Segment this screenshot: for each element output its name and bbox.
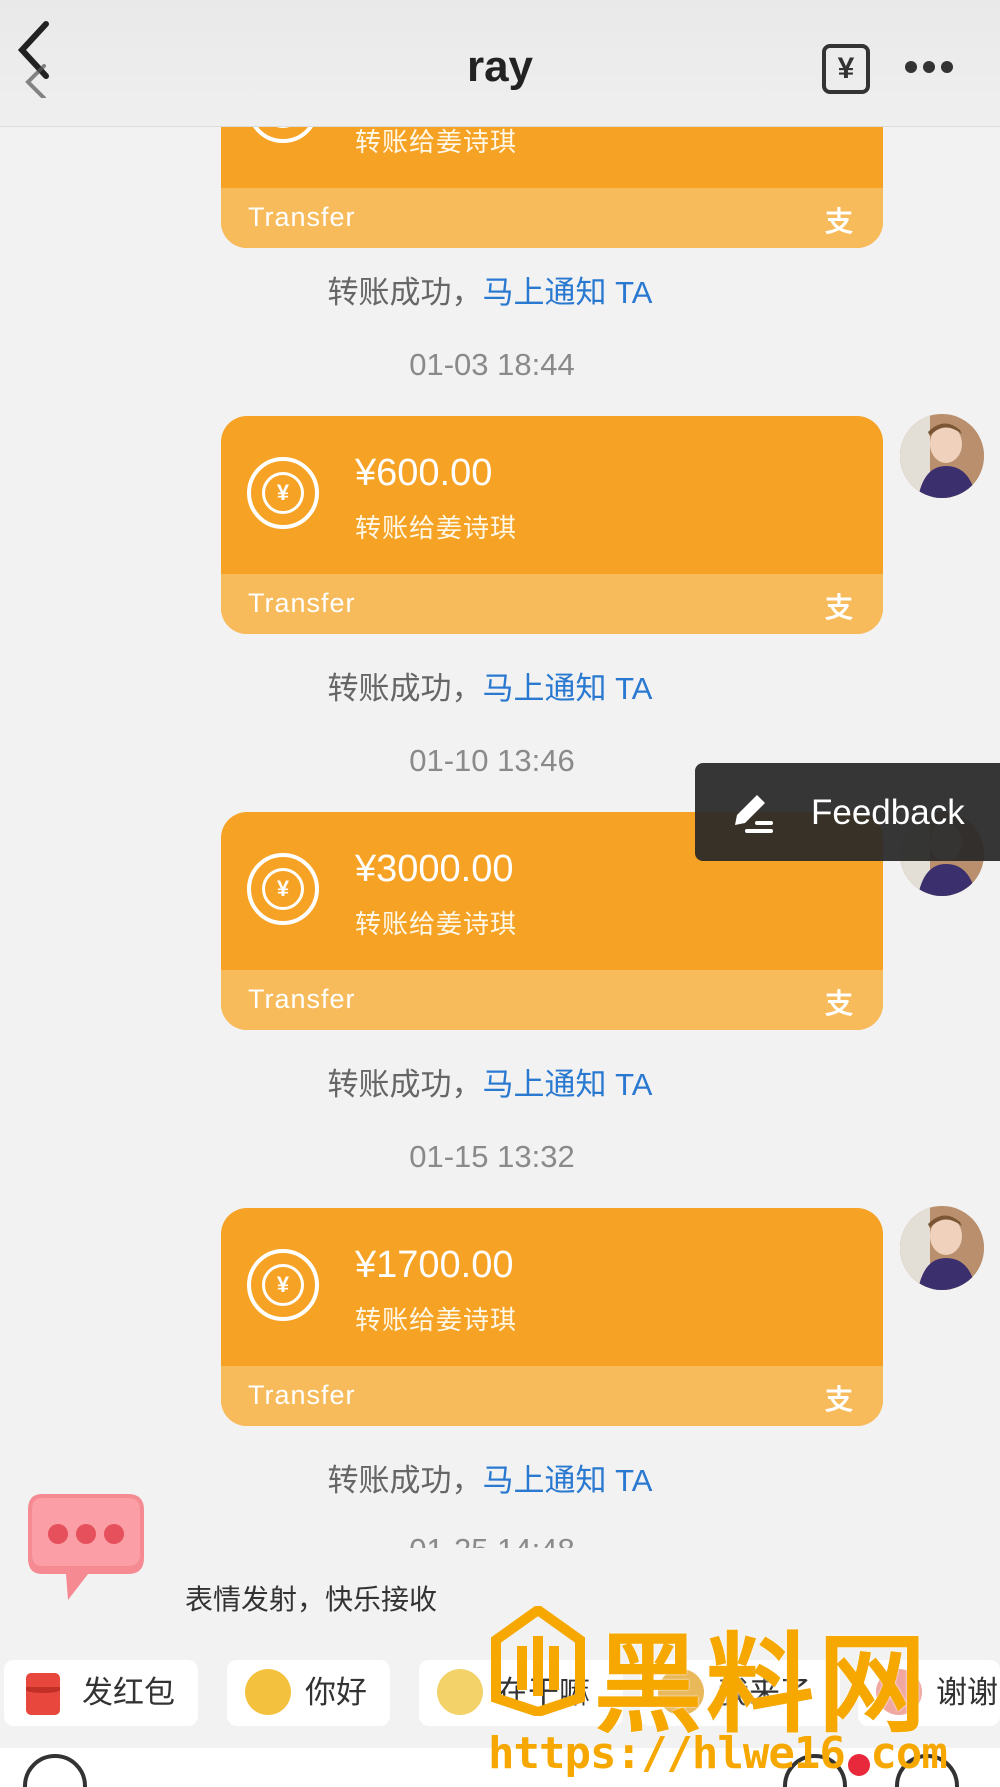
notify-link[interactable]: 马上通知 TA — [483, 671, 653, 706]
transfer-recipient: 转账给姜诗琪 — [355, 513, 518, 543]
transfer-amount: ¥3000.00 — [355, 848, 514, 890]
avatar[interactable] — [900, 414, 984, 498]
transfer-status: 转账成功，马上通知 TA — [327, 671, 653, 706]
chat-bubble-icon[interactable] — [24, 1488, 150, 1608]
transfer-status: 转账成功，马上通知 TA — [327, 275, 653, 310]
transfer-status: 转账成功，马上通知 TA — [327, 1067, 653, 1102]
wink-face-icon — [245, 1669, 291, 1715]
red-packet-icon — [26, 1673, 60, 1715]
transfer-label: Transfer — [248, 984, 356, 1014]
transfer-label: Transfer — [248, 588, 356, 618]
emoji-tip-text: 表情发射，快乐接收 — [185, 1584, 438, 1615]
transfer-amount: ¥600.00 — [355, 452, 493, 494]
transfer-card[interactable]: ¥ ¥1700.00 转账给姜诗琪 Transfer 支 — [221, 1208, 883, 1426]
quick-reply-red-packet[interactable]: 发红包 — [4, 1660, 198, 1726]
cute-face-icon — [437, 1669, 483, 1715]
notification-dot — [848, 1754, 870, 1776]
alipay-icon: 支 — [824, 206, 853, 237]
feedback-label: Feedback — [811, 793, 965, 832]
avatar-photo — [900, 1206, 984, 1290]
emoji-face-icon — [658, 1669, 704, 1715]
more-dots-icon[interactable] — [904, 52, 954, 82]
edit-pencil-icon — [735, 795, 773, 833]
timestamp: 01-15 13:32 — [409, 1139, 575, 1174]
timestamp: 01-03 18:44 — [409, 347, 575, 382]
transfer-amount: ¥1700.00 — [355, 1244, 514, 1286]
emoji-icon[interactable] — [780, 1748, 850, 1787]
quick-reply-what-doing[interactable]: 在干嘛 — [419, 1660, 623, 1726]
thanks-face-icon — [876, 1669, 922, 1715]
notify-link[interactable]: 马上通知 TA — [483, 1463, 653, 1498]
notify-link[interactable]: 马上通知 TA — [483, 1067, 653, 1102]
yuan-coin-icon: ¥ — [247, 457, 319, 529]
notify-link[interactable]: 马上通知 TA — [483, 275, 653, 310]
feedback-button[interactable]: Feedback — [695, 763, 1000, 861]
voice-icon[interactable] — [20, 1748, 90, 1787]
transfer-label: Transfer — [248, 1380, 356, 1410]
chat-header: ray ¥ — [0, 0, 1000, 127]
transfer-yen-icon[interactable]: ¥ — [822, 44, 870, 94]
transfer-recipient: 转账给姜诗琪 — [355, 909, 518, 939]
plus-icon[interactable] — [892, 1748, 962, 1787]
quick-reply-thanks[interactable]: 谢谢 — [858, 1660, 1000, 1726]
alipay-icon: 支 — [824, 592, 853, 623]
quick-reply-hello[interactable]: 你好 — [227, 1660, 390, 1726]
transfer-recipient: 转账给姜诗琪 — [355, 1305, 518, 1335]
alipay-icon: 支 — [824, 1384, 853, 1415]
yuan-coin-icon: ¥ — [247, 1249, 319, 1321]
transfer-recipient: 转账给姜诗琪 — [355, 127, 518, 157]
quick-reply-here[interactable]: 我来了 — [640, 1660, 840, 1726]
transfer-label: Transfer — [248, 202, 356, 232]
avatar[interactable] — [900, 1206, 984, 1290]
yuan-coin-icon: ¥ — [247, 853, 319, 925]
transfer-card[interactable]: ¥ ¥600.00 转账给姜诗琪 Transfer 支 — [221, 416, 883, 634]
alipay-icon: 支 — [824, 988, 853, 1019]
avatar-photo — [900, 414, 984, 498]
